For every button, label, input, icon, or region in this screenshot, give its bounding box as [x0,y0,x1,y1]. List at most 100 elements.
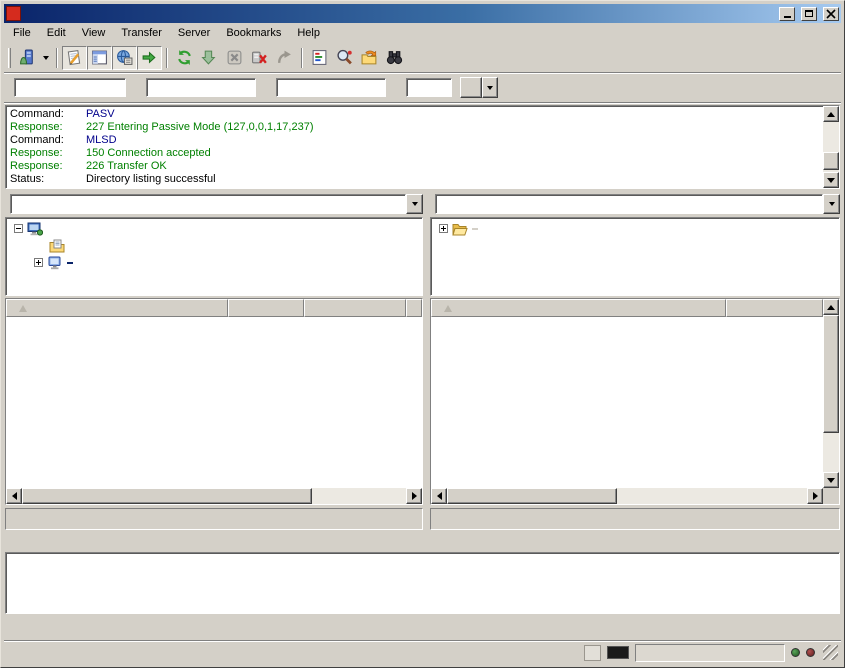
menu-item[interactable]: Edit [39,25,74,41]
cancel-operation-button[interactable] [222,46,247,70]
host-input[interactable] [14,78,126,97]
directory-comparison-button[interactable] [332,46,357,70]
remote-vertical-scrollbar[interactable] [823,299,839,488]
scroll-up-button[interactable] [823,106,839,122]
title-bar[interactable] [4,4,841,23]
scroll-down-button[interactable] [823,472,839,488]
local-site-combobox[interactable] [10,194,423,214]
remote-file-list-main [431,299,823,488]
log-line-text: 150 Connection accepted [86,147,211,160]
scroll-left-button[interactable] [6,488,22,504]
process-queue-button[interactable] [197,46,222,70]
tree-item-root[interactable] [431,220,839,237]
synchronized-browsing-icon [361,49,378,66]
expand-icon[interactable] [34,258,43,267]
message-log-icon [66,49,83,66]
find-files-button[interactable] [382,46,407,70]
scroll-left-button[interactable] [431,488,447,504]
resize-grip[interactable] [823,645,838,660]
remote-vscroll-thumb[interactable] [823,315,839,433]
close-button[interactable] [823,7,839,21]
toggle-message-log-button[interactable] [62,46,87,70]
remote-site-combobox[interactable] [435,194,840,214]
scroll-left-icon [12,492,17,500]
password-input[interactable] [276,78,386,97]
minimize-button[interactable] [779,7,795,21]
menu-item[interactable]: View [74,25,114,41]
menu-item[interactable]: Help [289,25,328,41]
dropdown-arrow-icon [412,202,418,206]
site-manager-button[interactable] [15,46,40,70]
column-header-filetype[interactable] [304,299,406,317]
username-input[interactable] [146,78,256,97]
scrollbar-corner [823,488,839,504]
menu-item[interactable]: File [5,25,39,41]
log-vertical-scrollbar[interactable] [823,106,839,188]
toggle-transfer-queue-button[interactable] [137,46,162,70]
log-line-label: Status: [10,173,86,186]
toolbar-grip[interactable] [8,48,11,68]
queue-list[interactable] [5,552,840,614]
maximize-button[interactable] [801,7,817,21]
refresh-button[interactable] [172,46,197,70]
reconnect-button[interactable] [272,46,297,70]
my-computer-icon [47,256,63,270]
local-treeview-icon [91,49,108,66]
scroll-right-button[interactable] [406,488,422,504]
quickconnect-button[interactable] [460,77,482,98]
tree-item-label [67,262,73,264]
column-header-filename[interactable] [431,299,726,317]
menu-item[interactable]: Bookmarks [218,25,289,41]
directory-listing-filters-button[interactable] [307,46,332,70]
transfer-type-indicator-icon[interactable] [584,645,601,661]
column-header-last-modified[interactable] [406,299,422,317]
quickconnect-dropdown-button[interactable] [482,77,498,98]
local-site-value[interactable] [10,194,406,214]
local-horizontal-scrollbar[interactable] [6,488,422,504]
remote-site-value[interactable] [435,194,823,214]
toolbar-separator [301,48,303,68]
remote-hscroll-thumb[interactable] [447,488,617,504]
column-header-filename[interactable] [6,299,228,317]
disconnect-icon [251,49,268,66]
synchronized-browsing-button[interactable] [357,46,382,70]
scroll-up-button[interactable] [823,299,839,315]
toggle-local-treeview-button[interactable] [87,46,112,70]
reconnect-icon [276,49,293,66]
tree-item-desktop[interactable] [6,220,422,237]
menu-item[interactable]: Server [170,25,218,41]
toolbar [4,43,841,73]
log-line-text: PASV [86,108,115,121]
desktop-icon [27,222,43,236]
local-file-list-main [6,299,422,488]
remote-site-dropdown-button[interactable] [823,194,840,214]
log-scrollbar-thumb[interactable] [823,152,839,170]
port-input[interactable] [406,78,452,97]
tree-item-label [472,228,478,230]
toggle-remote-treeview-button[interactable] [112,46,137,70]
scroll-right-button[interactable] [807,488,823,504]
menu-item[interactable]: Transfer [113,25,170,41]
activity-led-green-icon [791,648,800,657]
local-site-dropdown-button[interactable] [406,194,423,214]
collapse-icon[interactable] [14,224,23,233]
column-header-filesize[interactable] [726,299,823,317]
maximize-icon [805,10,813,17]
remote-list-header [431,299,823,317]
speed-limit-indicator-icon[interactable] [607,646,629,659]
scroll-up-icon [827,112,835,117]
column-header-filesize[interactable] [228,299,304,317]
site-manager-dropdown-button[interactable] [40,46,52,70]
expand-icon[interactable] [439,224,448,233]
quickconnect-bar [4,73,841,103]
local-hscroll-thumb[interactable] [22,488,312,504]
tree-item-my-documents[interactable] [6,237,422,254]
sort-ascending-icon [444,305,452,312]
local-directory-tree [5,217,423,296]
pane-splitter[interactable] [423,193,430,529]
remote-horizontal-scrollbar[interactable] [431,488,823,504]
log-line: Command: MLSD [10,134,822,147]
disconnect-button[interactable] [247,46,272,70]
scroll-down-button[interactable] [823,172,839,188]
tree-item-my-computer[interactable] [6,254,422,271]
